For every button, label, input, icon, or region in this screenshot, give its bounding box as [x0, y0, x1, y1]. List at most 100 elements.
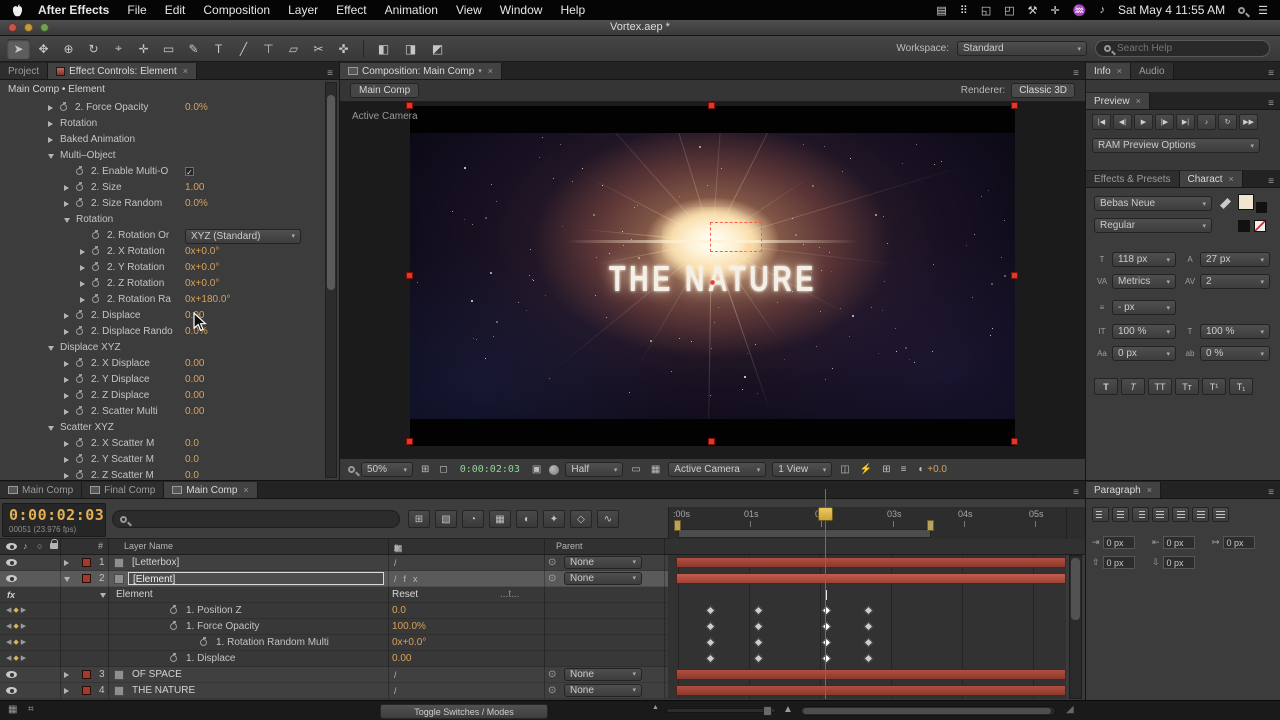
property-value[interactable]: 1.00 [185, 180, 204, 196]
font-family-select[interactable]: Bebas Neue ▾ [1094, 196, 1212, 211]
small-caps-button[interactable]: Tᴛ [1175, 378, 1199, 395]
property-value[interactable]: 0x+0.0° [185, 244, 219, 260]
property-row[interactable]: 2. X Scatter M 0.0 [0, 436, 322, 452]
stopwatch-icon[interactable] [76, 310, 83, 319]
align-center-button[interactable] [1112, 507, 1129, 522]
menu-item-view[interactable]: View [447, 0, 491, 20]
close-icon[interactable]: × [1117, 64, 1122, 79]
layer-row[interactable]: 2 [Element] /fx ⊙ None ▾ [0, 571, 1068, 587]
panel-menu-icon[interactable]: ≡ [1262, 487, 1280, 498]
property-value[interactable]: 0.00 [185, 388, 204, 404]
layer-row[interactable]: 4 THE NATURE / ⊙ None ▾ [0, 683, 1068, 699]
keyframe-icon[interactable] [705, 605, 716, 616]
composition-image[interactable]: THE NATURE ✳ [410, 106, 1015, 446]
selection-handle[interactable] [406, 102, 413, 109]
audio-toggle-button[interactable]: ♪ [1197, 114, 1216, 130]
property-row[interactable]: 2. Force Opacity 0.0% [0, 100, 322, 116]
property-row[interactable]: 2. Y Scatter M 0.0 [0, 452, 322, 468]
twirl-icon[interactable] [64, 218, 70, 223]
first-line-indent-field[interactable]: ↦ 0 px [1212, 535, 1255, 549]
mask-visibility-button[interactable]: ◻ [437, 464, 449, 475]
row-track[interactable] [668, 635, 1066, 651]
tsume-field[interactable]: 0 % ▾ [1200, 346, 1270, 361]
puppet-pin-tool[interactable]: ✜ [332, 39, 355, 59]
twirl-icon[interactable] [48, 426, 54, 431]
fast-previews-button[interactable]: ⚡ [858, 464, 874, 475]
twirl-icon[interactable] [80, 249, 85, 255]
solo-column-icon[interactable]: ○ [37, 541, 42, 551]
scrollbar-thumb[interactable] [803, 708, 1051, 714]
property-row[interactable]: 2. Size 1.00 [0, 180, 322, 196]
stopwatch-icon[interactable] [170, 653, 177, 662]
display-mirror-icon[interactable]: ◱ [981, 4, 991, 17]
row-track[interactable] [668, 651, 1066, 667]
timecode[interactable]: 0:00:02:03 [9, 506, 104, 524]
property-row[interactable]: Displace XYZ [0, 340, 322, 356]
property-row[interactable]: 2. X Rotation 0x+0.0° [0, 244, 322, 260]
layer-duration-bar[interactable] [676, 669, 1066, 680]
column-parent[interactable]: Parent [556, 541, 583, 551]
effect-row[interactable]: fx Element Reset ...t... [0, 587, 1068, 603]
layer-row[interactable]: 1 [Letterbox] / ⊙ None ▾ [0, 555, 1068, 571]
eye-icon[interactable] [6, 575, 17, 582]
twirl-icon[interactable] [64, 688, 69, 694]
keyframe-icon[interactable] [863, 653, 874, 664]
selection-handle[interactable] [406, 438, 413, 445]
ram-preview-options-select[interactable]: RAM Preview Options ▾ [1092, 138, 1260, 153]
zoom-slider-thumb[interactable] [763, 706, 772, 716]
property-name[interactable]: 1. Rotation Random Multi [216, 635, 329, 651]
widgets-icon[interactable]: ⠿ [960, 4, 968, 17]
menu-item-effect[interactable]: Effect [327, 0, 375, 20]
row-track[interactable] [668, 571, 1066, 587]
align-left-button[interactable] [1092, 507, 1109, 522]
timeline-tab-main-comp-0[interactable]: Main Comp [0, 482, 83, 498]
current-time-indicator-handle[interactable] [818, 507, 833, 521]
app-menu-title[interactable]: After Effects [29, 3, 118, 17]
next-keyframe-icon[interactable]: ▶ [21, 607, 28, 614]
property-row[interactable]: 2. Z Scatter M 0.0 [0, 468, 322, 480]
twirl-icon[interactable] [64, 201, 69, 207]
next-keyframe-icon[interactable]: ▶ [21, 655, 28, 662]
close-icon[interactable]: × [488, 64, 493, 79]
property-value[interactable]: 100.0% [392, 619, 426, 635]
keyframe-icon[interactable] [821, 653, 832, 664]
row-track[interactable] [668, 683, 1066, 699]
next-frame-button[interactable]: |▶ [1155, 114, 1174, 130]
twirl-icon[interactable] [64, 393, 69, 399]
window-zoom-button[interactable] [40, 23, 49, 32]
prop-row[interactable]: ◀◆▶ 1. Position Z 0.0 [0, 603, 1068, 619]
show-channel-button[interactable] [549, 464, 560, 475]
space-after-field[interactable]: ⇩ 0 px [1152, 555, 1195, 569]
keyframe-at-time-icon[interactable]: ◆ [13, 639, 20, 646]
display-capture-icon[interactable]: ▤ [936, 4, 946, 17]
search-input[interactable] [1117, 43, 1261, 54]
keyframe-icon[interactable] [753, 605, 764, 616]
motion-blur-icon[interactable]: ◐ [516, 510, 538, 528]
ram-preview-button[interactable]: ▶▶ [1239, 114, 1258, 130]
close-icon[interactable]: × [1147, 483, 1152, 498]
layer-switches[interactable]: / [394, 683, 404, 699]
zoom-tool[interactable]: ⊕ [57, 39, 80, 59]
region-of-interest-button[interactable]: ▭ [629, 464, 642, 475]
menu-item-edit[interactable]: Edit [156, 0, 195, 20]
property-row[interactable]: 2. Enable Multi-O ✓ [0, 164, 322, 180]
property-value[interactable]: 0x+0.0° [185, 260, 219, 276]
twirl-icon[interactable] [64, 313, 69, 319]
work-area-bar[interactable] [678, 529, 931, 538]
font-style-select[interactable]: Regular ▾ [1094, 218, 1212, 233]
property-dropdown[interactable]: XYZ (Standard) ▾ [185, 229, 301, 244]
layer-name-selected[interactable]: [Element] [128, 572, 384, 585]
selection-handle[interactable] [1011, 102, 1018, 109]
tab-project[interactable]: Project [0, 63, 49, 79]
property-row[interactable]: 2. Rotation Or XYZ (Standard) ▾ [0, 228, 322, 244]
grid-toggle-icon[interactable]: ⌗ [28, 704, 34, 715]
twirl-icon[interactable] [64, 457, 69, 463]
spotlight-icon[interactable] [1238, 6, 1246, 14]
scrollbar[interactable] [325, 82, 337, 478]
stopwatch-icon[interactable] [76, 438, 83, 447]
baseline-shift-field[interactable]: 0 px ▾ [1112, 346, 1176, 361]
property-row[interactable]: 2. X Displace 0.00 [0, 356, 322, 372]
panel-menu-icon[interactable]: ≡ [1067, 68, 1085, 79]
row-track[interactable] [668, 603, 1066, 619]
twirl-icon[interactable] [64, 409, 69, 415]
